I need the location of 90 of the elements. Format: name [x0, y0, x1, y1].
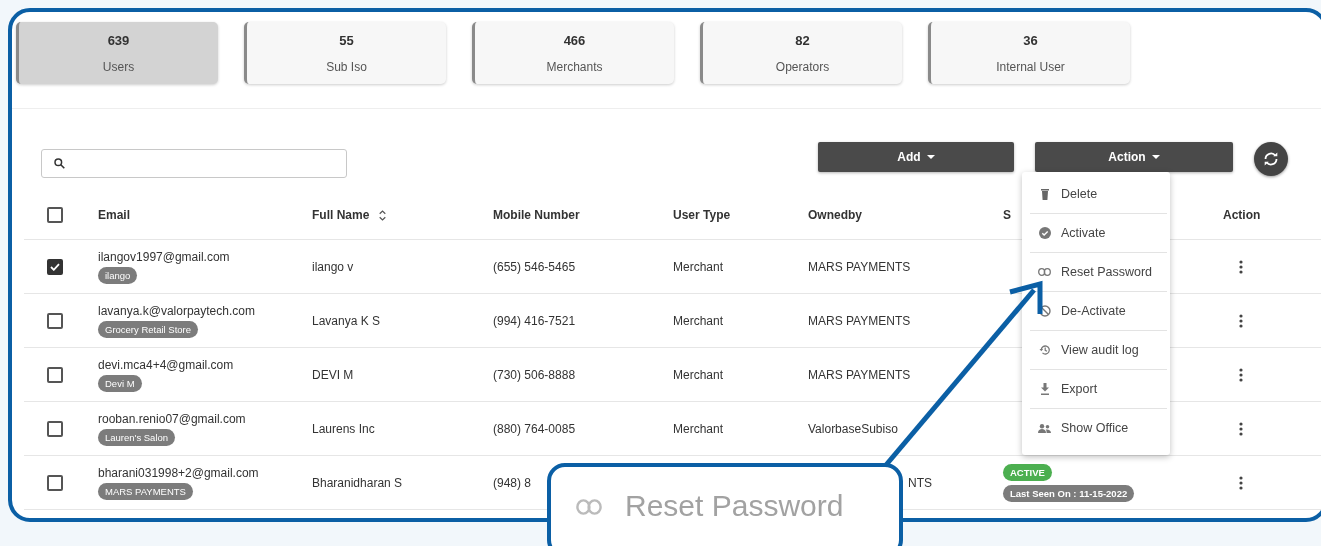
checkbox[interactable] — [47, 312, 63, 329]
add-button[interactable]: Add — [818, 142, 1014, 172]
callout-label: Reset Password — [625, 489, 844, 523]
more-options-icon[interactable] — [1239, 259, 1243, 274]
search-field[interactable] — [41, 149, 347, 178]
table-cell-text: MARS PAYMENTS — [807, 313, 912, 328]
caret-icon — [1151, 155, 1160, 159]
table-cell-text: NTS — [907, 475, 933, 490]
stat-value: 55 — [339, 32, 354, 48]
stat-label: Operators — [775, 59, 830, 74]
trash-icon — [1039, 188, 1050, 200]
menu-item[interactable]: Reset Password — [1030, 253, 1167, 292]
menu-item[interactable]: Export — [1030, 370, 1167, 409]
table-cell-text: Lavanya K S — [311, 313, 382, 328]
table-cell-text: MARS PAYMENTS — [807, 367, 912, 382]
email-text: ilangov1997@gmail.com — [98, 249, 230, 264]
stat-card[interactable]: 55 Sub Iso — [244, 22, 446, 84]
table-cell-text: (948) 8 — [492, 475, 533, 490]
column-header[interactable]: Action — [1223, 208, 1261, 222]
checkbox[interactable] — [47, 258, 63, 275]
stat-card[interactable]: 466 Merchants — [472, 22, 674, 84]
table-cell-text: MARS PAYMENTS — [807, 259, 912, 274]
table-cell-text: Laurens Inc — [311, 421, 376, 436]
column-header[interactable]: S — [1003, 208, 1011, 222]
refresh-button[interactable] — [1254, 142, 1288, 176]
table-cell-text: (880) 764-0085 — [492, 421, 577, 436]
menu-item[interactable]: Activate — [1030, 214, 1167, 253]
sort-icon[interactable] — [379, 209, 387, 221]
email-text: devi.mca4+4@gmail.com — [98, 357, 234, 372]
stat-label: Internal User — [996, 59, 1065, 74]
stat-label: Users — [102, 59, 135, 74]
column-header[interactable]: Mobile Number — [493, 208, 580, 222]
table-cell-text: (994) 416-7521 — [492, 313, 577, 328]
name-tag: Grocery Retail Store — [98, 320, 199, 338]
history-icon — [1038, 344, 1051, 356]
stat-value: 82 — [795, 32, 810, 48]
stat-card[interactable]: 639 Users — [16, 22, 218, 84]
table-cell-text: Merchant — [672, 313, 725, 328]
stat-card[interactable]: 82 Operators — [700, 22, 902, 84]
more-options-icon[interactable] — [1239, 313, 1243, 328]
block-icon — [1038, 305, 1051, 317]
more-options-icon[interactable] — [1239, 421, 1243, 436]
name-tag: Devi M — [98, 374, 142, 392]
table-cell-text: (730) 506-8888 — [492, 367, 577, 382]
email-text: rooban.renio07@gmail.com — [98, 411, 246, 426]
table-cell-text: ilango v — [311, 259, 355, 274]
stat-label: Sub Iso — [326, 59, 367, 74]
table-cell-text: DEVI M — [311, 367, 355, 382]
status-badge: ACTIVE — [1003, 463, 1052, 481]
check-icon — [50, 262, 60, 271]
stat-value: 466 — [563, 32, 586, 48]
table-cell-text: (655) 546-5465 — [492, 259, 577, 274]
stat-value: 639 — [107, 32, 130, 48]
link-icon — [575, 499, 603, 515]
column-header[interactable]: Full Name — [312, 208, 387, 222]
email-text: lavanya.k@valorpaytech.com — [98, 303, 255, 318]
name-tag: Lauren's Salon — [98, 428, 176, 446]
name-tag: MARS PAYMENTS — [98, 482, 193, 500]
link-icon — [1038, 268, 1051, 276]
table-cell-text: Bharanidharan S — [311, 475, 404, 490]
search-icon — [54, 158, 65, 169]
column-header[interactable]: Email — [98, 208, 130, 222]
menu-item[interactable]: View audit log — [1030, 331, 1167, 370]
table-cell-text: ValorbaseSubiso — [807, 421, 899, 436]
name-tag: ilango — [98, 266, 138, 284]
table-cell-text: Merchant — [672, 367, 725, 382]
column-header[interactable]: User Type — [673, 208, 731, 222]
menu-item[interactable]: Delete — [1030, 175, 1167, 214]
last-seen-badge: Last Seen On : 11-15-2022 — [1003, 484, 1135, 502]
table-cell-text: Merchant — [672, 259, 725, 274]
download-icon — [1039, 383, 1050, 395]
menu-item[interactable]: Show Office — [1030, 409, 1167, 447]
stat-card[interactable]: 36 Internal User — [928, 22, 1130, 84]
checkbox[interactable] — [47, 474, 63, 491]
more-options-icon[interactable] — [1239, 367, 1243, 382]
column-header[interactable]: Ownedby — [808, 208, 862, 222]
caret-icon — [926, 155, 935, 159]
stat-value: 36 — [1023, 32, 1038, 48]
people-icon — [1038, 423, 1051, 433]
checkbox[interactable] — [47, 420, 63, 437]
check-circle-icon — [1038, 227, 1051, 239]
menu-item[interactable]: De-Activate — [1030, 292, 1167, 331]
refresh-icon — [1263, 152, 1279, 166]
email-text: bharani031998+2@gmail.com — [98, 465, 259, 480]
table-cell-text: Merchant — [672, 421, 725, 436]
action-button[interactable]: Action — [1035, 142, 1233, 172]
checkbox[interactable] — [47, 207, 63, 223]
stat-label: Merchants — [546, 59, 603, 74]
more-options-icon[interactable] — [1239, 475, 1243, 490]
checkbox[interactable] — [47, 366, 63, 383]
